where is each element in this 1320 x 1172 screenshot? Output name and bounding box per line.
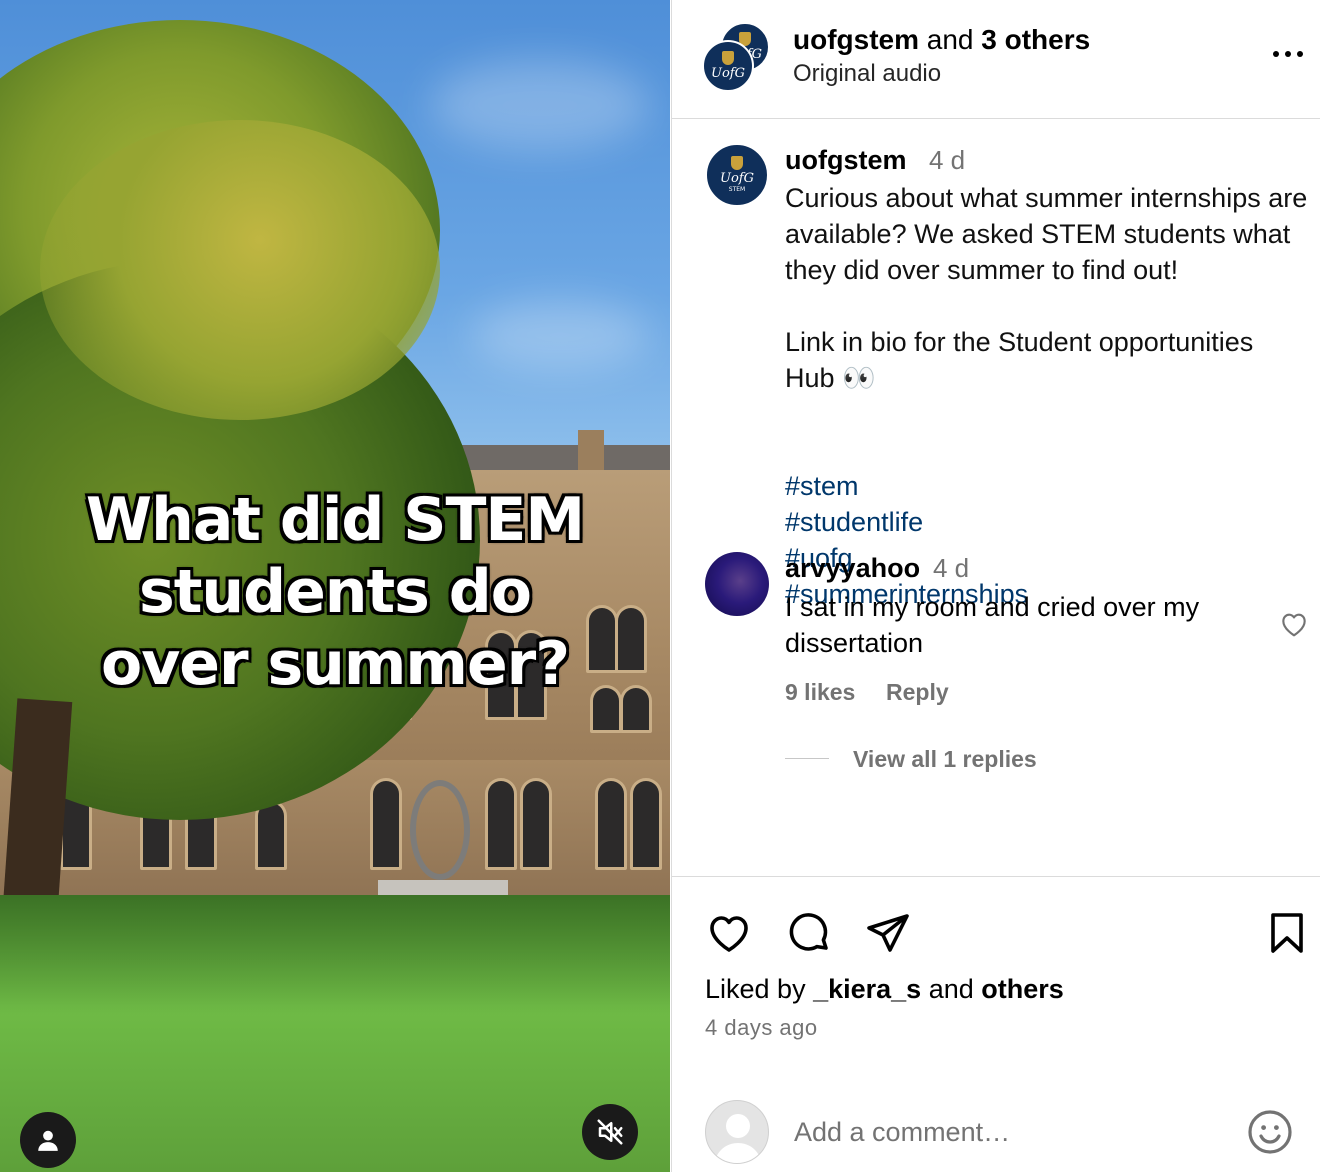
comment-likes-count[interactable]: 9 likes: [785, 679, 855, 706]
crest-icon: [722, 51, 734, 65]
comments-section: UofG STEM uofgstem 4 d Curious about wha…: [672, 120, 1320, 876]
speaker-muted-icon: [597, 1119, 623, 1145]
header-joiner: and: [926, 24, 974, 55]
caption-time: 4 d: [929, 145, 966, 175]
video-overlay-text: What did STEM students do over summer?: [0, 484, 670, 700]
header-title: uofgstem and 3 others: [793, 24, 1090, 56]
tagged-users-button[interactable]: [20, 1112, 76, 1168]
building-window: [595, 778, 627, 870]
replies-divider: [785, 758, 829, 759]
hashtag-link[interactable]: #studentlife: [785, 507, 923, 537]
sky-cloud: [470, 300, 650, 370]
header-others-link[interactable]: 3 others: [981, 24, 1090, 55]
caption-hashtags: #stem #studentlife #uofg #summerinternsh…: [785, 432, 1145, 612]
building-window: [255, 800, 287, 870]
building-window: [370, 778, 402, 870]
liked-by-user-link[interactable]: _kiera_s: [813, 974, 921, 1004]
more-options-button[interactable]: [1268, 42, 1308, 66]
overlay-line: students do: [139, 557, 532, 627]
sculpture: [410, 780, 470, 880]
comment-composer: [672, 1092, 1320, 1172]
caption-username[interactable]: uofgstem: [785, 145, 907, 176]
current-user-avatar[interactable]: [705, 1100, 769, 1164]
post-sidebar: UofG UofG uofgstem and 3 others Original…: [671, 0, 1320, 1172]
comment-reply-button[interactable]: Reply: [886, 679, 949, 706]
comment-time: 4 d: [933, 553, 970, 583]
heart-icon[interactable]: [705, 909, 753, 957]
view-replies-button[interactable]: View all 1 replies: [853, 746, 1037, 773]
building-window: [520, 778, 552, 870]
overlay-line: What did STEM: [85, 485, 585, 555]
lawn-shadow: [0, 895, 670, 1015]
post-video[interactable]: What did STEM students do over summer?: [0, 0, 670, 1172]
post-actions: Liked by _kiera_s and others 4 days ago: [672, 876, 1320, 1092]
more-horizontal-icon: [1273, 51, 1279, 57]
comment-username[interactable]: arvyyahoo: [785, 553, 920, 584]
commenter-avatar[interactable]: [705, 552, 769, 616]
bookmark-icon[interactable]: [1263, 909, 1311, 957]
avatar-logo-sub: STEM: [728, 186, 746, 193]
overlay-line: over summer?: [100, 629, 570, 699]
comment-like-heart-icon[interactable]: [1278, 608, 1310, 640]
liked-by-joiner: and: [928, 974, 974, 1004]
smiley-icon[interactable]: [1246, 1108, 1294, 1156]
caption-paragraph: Curious about what summer internships ar…: [785, 183, 1308, 285]
caption-paragraph: Link in bio for the Student opportunitie…: [785, 327, 1254, 393]
tree-canopy: [40, 120, 440, 420]
hashtag-link[interactable]: #stem: [785, 471, 859, 501]
avatar-logo-text: UofG: [711, 66, 745, 81]
crest-icon: [731, 156, 743, 170]
more-horizontal-icon: [1297, 51, 1303, 57]
post-timestamp[interactable]: 4 days ago: [705, 1015, 818, 1041]
comment-text: I sat in my room and cried over my disse…: [785, 592, 1200, 658]
liked-by-text: Liked by _kiera_s and others: [705, 974, 1064, 1005]
share-icon[interactable]: [864, 909, 912, 957]
header-username[interactable]: uofgstem: [793, 24, 919, 55]
more-horizontal-icon: [1285, 51, 1291, 57]
building-window: [485, 778, 517, 870]
caption-avatar[interactable]: UofG STEM: [705, 143, 769, 207]
post-header: UofG UofG uofgstem and 3 others Original…: [672, 0, 1320, 119]
mute-button[interactable]: [582, 1104, 638, 1160]
avatar-logo-text: UofG: [720, 171, 754, 186]
liked-by-prefix: Liked by: [705, 974, 806, 1004]
liked-by-others-link[interactable]: others: [981, 974, 1064, 1004]
caption-text: Curious about what summer internships ar…: [785, 180, 1310, 612]
comment-input[interactable]: [794, 1112, 1224, 1152]
comment-icon[interactable]: [785, 909, 833, 957]
default-avatar-icon: [714, 1114, 762, 1163]
building-window: [630, 778, 662, 870]
sky-cloud: [430, 60, 650, 150]
person-icon: [38, 1130, 58, 1151]
author-avatar[interactable]: UofG: [702, 40, 754, 92]
audio-label[interactable]: Original audio: [793, 60, 941, 88]
